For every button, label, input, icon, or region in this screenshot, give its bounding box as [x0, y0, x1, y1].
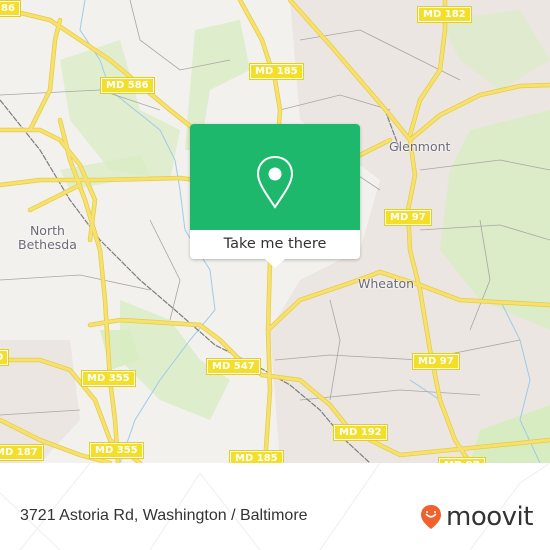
- map-pin-icon: [256, 155, 294, 209]
- route-shield: MD 182: [417, 6, 472, 23]
- route-shield: MD 185: [249, 63, 304, 80]
- destination-popup[interactable]: Take me there: [190, 124, 360, 268]
- map-view[interactable]: MD 182MD 185MD 586MD 97MD 97MD 97MD 355M…: [0, 0, 550, 463]
- place-label: North Bethesda: [18, 223, 77, 252]
- route-shield: 86: [0, 0, 21, 17]
- route-shield: MD 97: [412, 353, 460, 370]
- moovit-logo[interactable]: moovit: [420, 502, 533, 532]
- route-shield: MD 97: [384, 209, 432, 226]
- popup-pointer: [265, 259, 285, 268]
- moovit-pin-icon: [421, 505, 441, 529]
- route-shield: MD 355: [81, 370, 136, 387]
- route-shield: MD: [0, 349, 10, 366]
- route-shield: MD 192: [333, 424, 388, 441]
- route-shield: MD 185: [229, 450, 284, 463]
- route-shield: MD 355: [89, 442, 144, 459]
- route-shield: MD 586: [100, 77, 155, 94]
- take-me-there-button[interactable]: Take me there: [190, 230, 360, 259]
- route-shield: MD 547: [206, 358, 261, 375]
- address-text: 3721 Astoria Rd, Washington / Baltimore: [20, 507, 308, 524]
- brand-wordmark: moovit: [446, 502, 533, 532]
- popup-header: [190, 124, 360, 230]
- route-shield: MD 187: [0, 444, 44, 461]
- place-label: Wheaton: [358, 276, 415, 291]
- place-label: Glenmont: [389, 139, 451, 154]
